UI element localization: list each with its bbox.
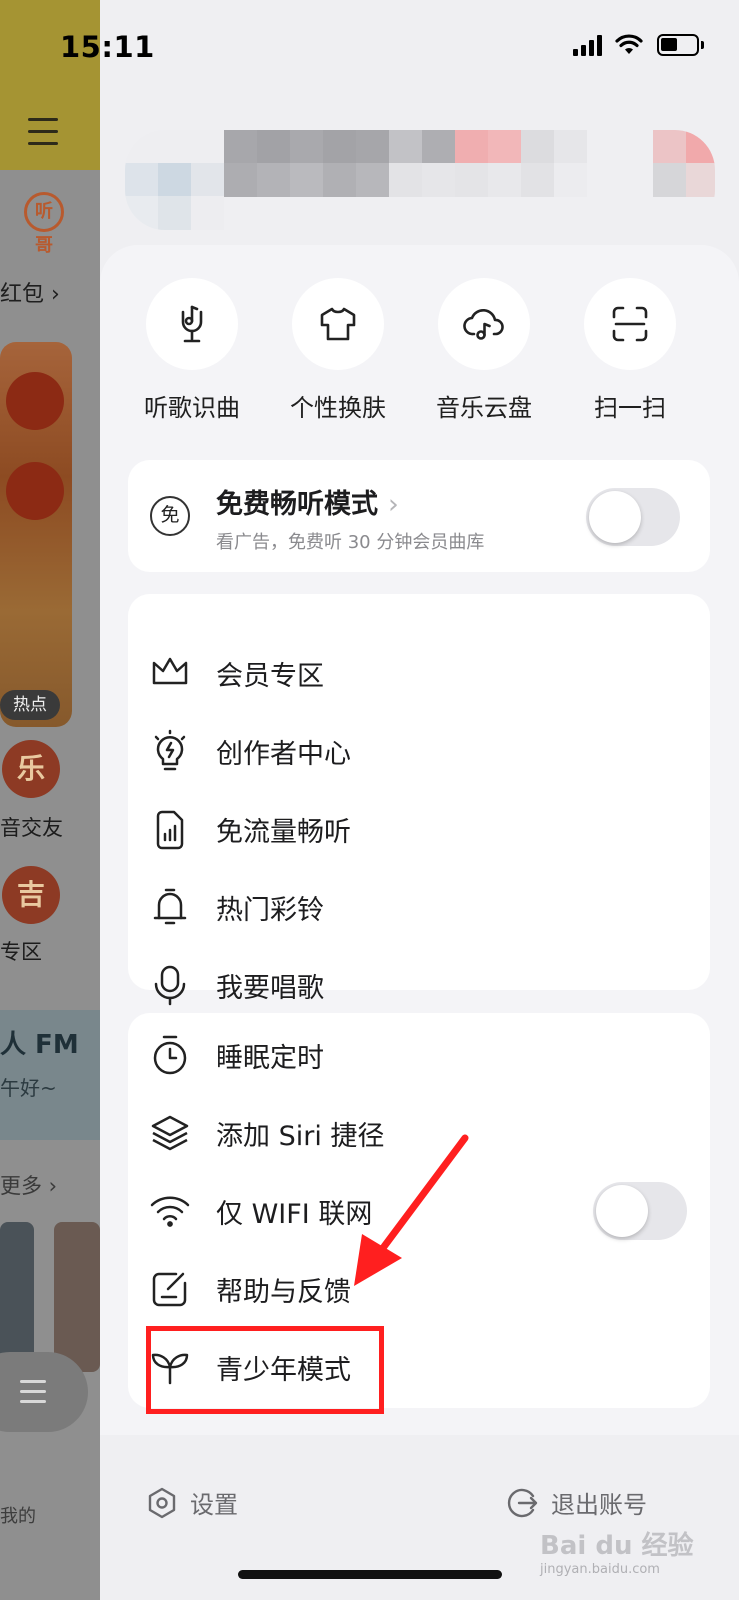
microphone-icon — [148, 963, 192, 1007]
free-mode-title: 免费畅听模式 › — [216, 489, 399, 520]
bg-fm-card: 人 FM 午好~ — [0, 1010, 100, 1140]
wifi-icon — [148, 1189, 192, 1233]
bg-thumbnail — [0, 1222, 34, 1372]
status-time: 15:11 — [60, 30, 155, 64]
menu-item-vip[interactable]: 会员专区 — [128, 634, 710, 712]
quick-action-skin[interactable]: 个性换肤 — [278, 278, 398, 423]
free-mode-subtitle: 看广告，免费听 30 分钟会员曲库 — [216, 532, 485, 553]
bg-label: 专区 — [0, 940, 42, 964]
app-logo: 听哥 — [24, 192, 64, 256]
layers-icon — [148, 1111, 192, 1155]
menu-item-data-free[interactable]: 免流量畅听 — [128, 790, 710, 868]
quick-action-cloud-disk[interactable]: 音乐云盘 — [424, 278, 544, 423]
menu-group-1: 会员专区 创作者中心 免流量畅听 热门彩铃 我要唱歌 — [128, 594, 710, 1006]
battery-icon — [657, 34, 704, 56]
bg-red-packet-label: 红包 › — [0, 282, 60, 307]
sim-card-icon — [148, 807, 192, 851]
bell-icon — [148, 885, 192, 929]
cloud-music-icon — [438, 278, 530, 370]
highlight-box — [146, 1326, 384, 1414]
crown-icon — [148, 651, 192, 695]
logout-button[interactable]: 退出账号 — [505, 1485, 647, 1520]
timer-icon — [148, 1033, 192, 1077]
free-mode-toggle[interactable] — [586, 488, 680, 546]
wifi-status-icon — [614, 32, 644, 56]
menu-icon — [28, 118, 58, 154]
bg-banner — [0, 342, 72, 727]
bg-more-link: 更多 › — [0, 1174, 58, 1198]
bg-label: 音交友 — [0, 816, 63, 840]
menu-item-ringtone[interactable]: 热门彩铃 — [128, 868, 710, 946]
settings-button[interactable]: 设置 — [146, 1485, 238, 1520]
feedback-icon — [148, 1267, 192, 1311]
menu-item-sleep-timer[interactable]: 睡眠定时 — [128, 1016, 710, 1094]
bg-tab-mine: 我的 — [0, 1506, 36, 1527]
free-mode-icon: 免 — [150, 496, 190, 536]
annotation-arrow-icon — [354, 1134, 469, 1286]
tshirt-icon — [292, 278, 384, 370]
bg-thumbnail — [54, 1222, 100, 1372]
signal-icon — [573, 34, 603, 56]
background-app: 听哥 红包 › 热点 乐 音交友 吉 专区 人 FM 午好~ 更多 › 我的 — [0, 0, 100, 1600]
logout-icon — [507, 1488, 538, 1517]
settings-icon — [148, 1487, 176, 1518]
bg-mini-player — [0, 1352, 88, 1432]
home-indicator — [238, 1570, 502, 1579]
watermark: Bai du 经验 jingyan.baidu.com — [540, 1531, 694, 1577]
profile-blurred[interactable] — [125, 130, 715, 230]
bg-hot-badge: 热点 — [0, 690, 60, 720]
quick-action-scan[interactable]: 扫一扫 — [570, 278, 690, 423]
bg-circle-icon: 吉 — [2, 866, 60, 924]
bg-circle-icon: 乐 — [2, 740, 60, 798]
quick-action-song-recognition[interactable]: 听歌识曲 — [132, 278, 252, 423]
wifi-only-toggle[interactable] — [593, 1182, 687, 1240]
menu-item-creator-center[interactable]: 创作者中心 — [128, 712, 710, 790]
scan-icon — [584, 278, 676, 370]
free-mode-card[interactable]: 免 免费畅听模式 › 看广告，免费听 30 分钟会员曲库 — [128, 460, 710, 572]
mic-music-icon — [146, 278, 238, 370]
bulb-icon — [148, 729, 192, 773]
